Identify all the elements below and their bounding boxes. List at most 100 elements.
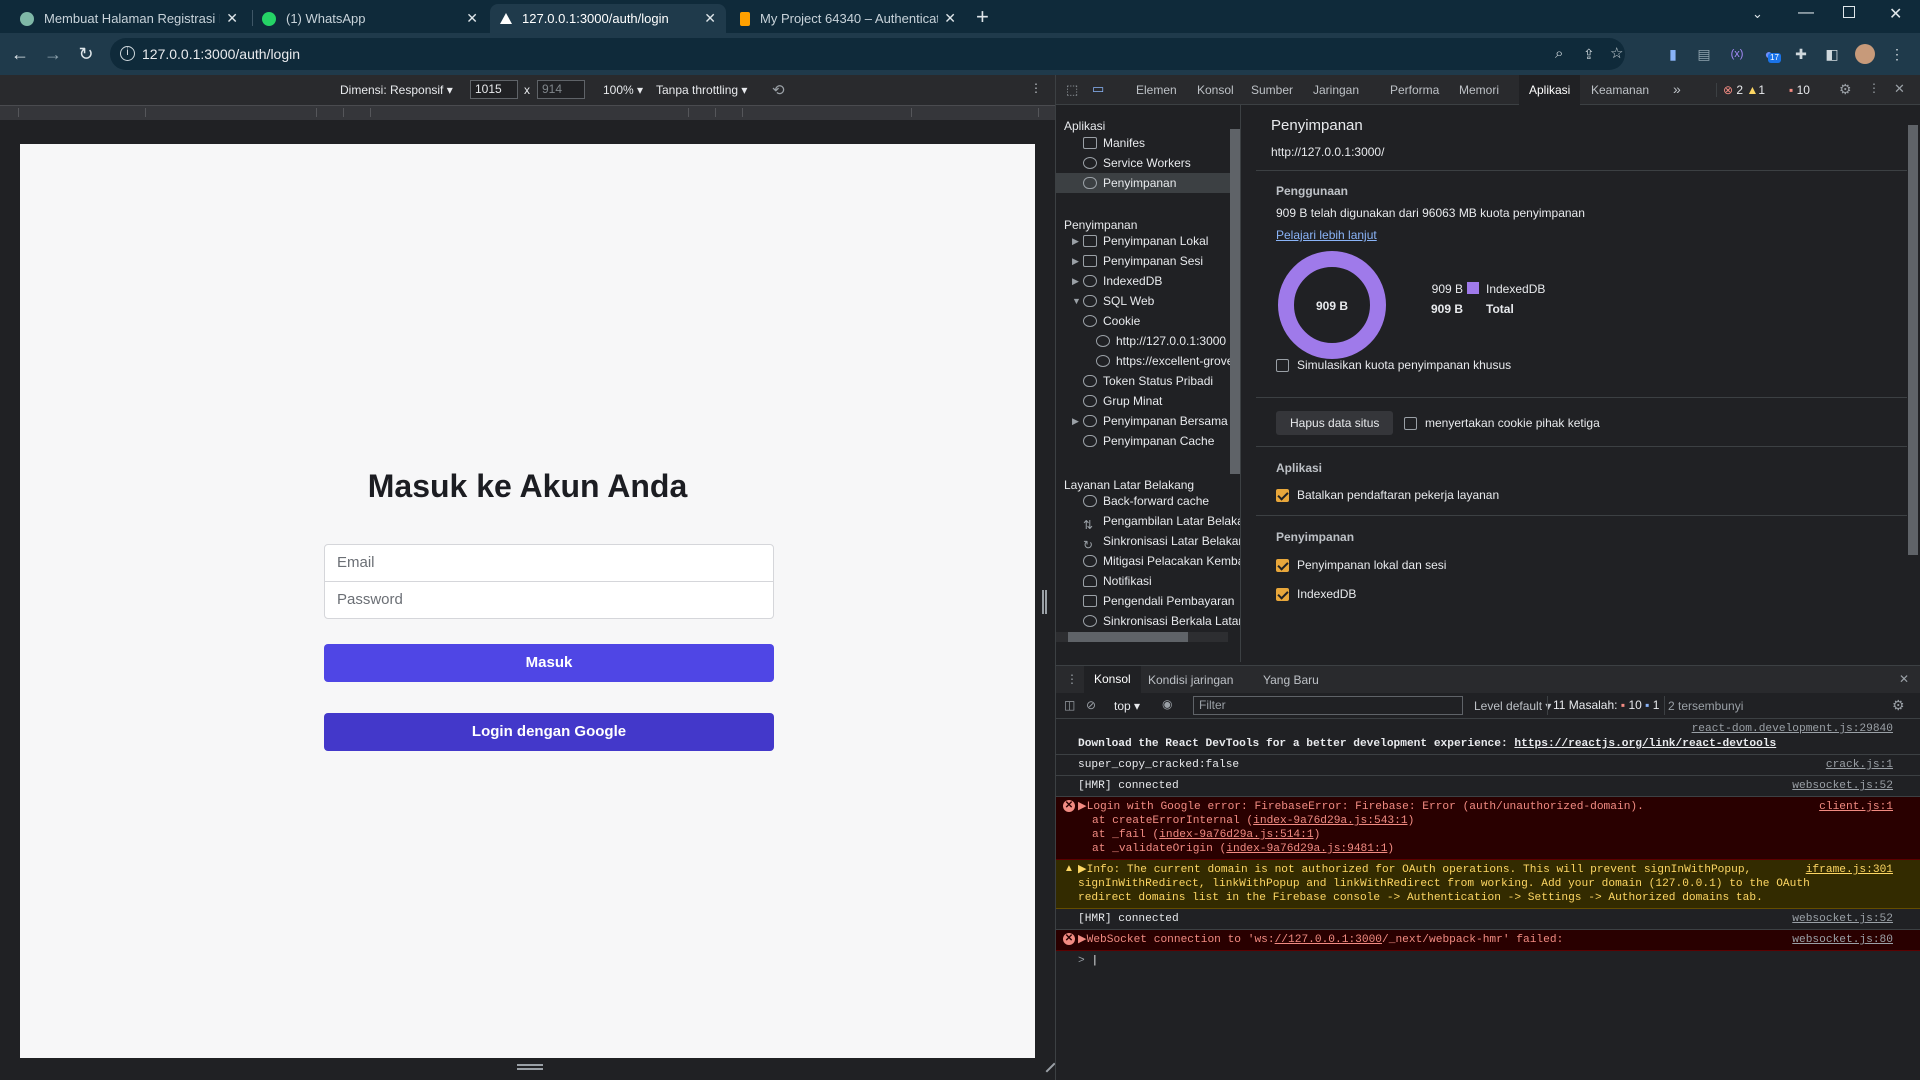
expand-arrow-icon[interactable]: ▶ (1072, 236, 1079, 247)
extension-docs-icon[interactable]: ▮ (1664, 45, 1682, 63)
local-session-checkbox[interactable]: Penyimpanan lokal dan sesi (1276, 558, 1446, 573)
close-tab-icon[interactable]: ✕ (944, 10, 956, 27)
error-counter[interactable]: ⊗ 2 ▲1 (1716, 83, 1765, 97)
throttle-select[interactable]: Tanpa throttling ▾ (656, 83, 747, 97)
login-button[interactable]: Masuk (324, 644, 774, 682)
site-info-icon[interactable]: i (120, 46, 135, 61)
sidebar-item-shared-storage[interactable]: Penyimpanan Bersama (1083, 411, 1228, 431)
device-toggle-icon[interactable]: ▭ (1092, 81, 1104, 97)
back-button[interactable]: ← (8, 42, 32, 66)
sidebar-item-notifications[interactable]: Notifikasi (1083, 571, 1152, 591)
message-source-link[interactable]: react-dom.development.js:29840 (1692, 722, 1893, 736)
sidebar-item-interest-groups[interactable]: Grup Minat (1083, 391, 1162, 411)
width-input[interactable]: 1015 (470, 80, 518, 99)
sidebar-item-cache-storage[interactable]: Penyimpanan Cache (1083, 431, 1214, 451)
message-source-link[interactable]: websocket.js:80 (1792, 933, 1893, 947)
log-level-select[interactable]: Level default ▾ (1474, 699, 1551, 713)
bookmark-star-icon[interactable]: ☆ (1610, 38, 1623, 70)
email-field[interactable]: Email (324, 544, 774, 582)
address-bar[interactable]: i 127.0.0.1:3000/auth/login ⌕ ⇪ ☆ (110, 38, 1625, 70)
drawer-tab-network-conditions[interactable]: Kondisi jaringan (1148, 673, 1233, 687)
close-drawer-icon[interactable]: ✕ (1899, 672, 1909, 686)
clear-console-icon[interactable]: ⊘ (1086, 698, 1096, 712)
message-text[interactable]: ▶WebSocket connection to 'ws: (1078, 934, 1275, 946)
indexeddb-checkbox[interactable]: IndexedDB (1276, 587, 1356, 602)
tab-application[interactable]: Aplikasi (1519, 75, 1581, 105)
close-tab-icon[interactable]: ✕ (704, 10, 716, 27)
context-select[interactable]: top ▾ (1114, 699, 1140, 713)
close-tab-icon[interactable]: ✕ (466, 10, 478, 27)
tab-elements[interactable]: Elemen (1136, 83, 1177, 97)
restore-button[interactable] (1843, 6, 1855, 18)
sidebar-item-session-storage[interactable]: Penyimpanan Sesi (1083, 251, 1203, 271)
drawer-menu-icon[interactable]: ⋮ (1066, 672, 1078, 686)
expand-arrow-icon[interactable]: ▶ (1072, 256, 1079, 267)
unregister-sw-checkbox[interactable]: Batalkan pendaftaran pekerja layanan (1276, 488, 1499, 503)
expand-arrow-icon[interactable]: ▶ (1072, 416, 1079, 427)
close-devtools-icon[interactable]: ✕ (1894, 81, 1905, 97)
message-source-link[interactable]: client.js:1 (1819, 800, 1893, 814)
tab-network[interactable]: Jaringan (1313, 83, 1359, 97)
resize-corner-handle[interactable] (1038, 1055, 1056, 1073)
message-text[interactable]: ▶Login with Google error: FirebaseError:… (1078, 800, 1897, 814)
side-panel-icon[interactable]: ◧ (1823, 45, 1841, 63)
console-sidebar-icon[interactable]: ◫ (1064, 698, 1075, 712)
sidebar-item-indexeddb[interactable]: IndexedDB (1083, 271, 1162, 291)
stack-frame-link[interactable]: index-9a76d29a.js:9481:1 (1226, 843, 1387, 855)
inspect-element-icon[interactable]: ⬚ (1066, 82, 1078, 98)
message-source-link[interactable]: crack.js:1 (1826, 758, 1893, 772)
share-icon[interactable]: ⇪ (1583, 38, 1595, 70)
issues-button[interactable]: 11 Masalah: ▪ 10 ▪ 1 (1547, 696, 1666, 715)
browser-tab-1[interactable]: Membuat Halaman Registrasi Fir ✕ (10, 4, 248, 33)
extension-code-icon[interactable]: (x) (1728, 45, 1746, 63)
issues-counter[interactable]: ▪ 10 (1789, 83, 1810, 97)
more-tabs-icon[interactable]: » (1673, 81, 1681, 97)
sidebar-item-cookie-firebase[interactable]: https://excellent-grove (1096, 351, 1233, 371)
minimize-button[interactable]: — (1798, 4, 1814, 22)
live-expression-eye-icon[interactable]: ◉ (1162, 697, 1172, 711)
extension-copy-icon[interactable]: ▤ (1695, 45, 1713, 63)
sidebar-item-cookie-localhost[interactable]: http://127.0.0.1:3000 (1096, 331, 1226, 351)
browser-menu-icon[interactable]: ⋮ (1888, 45, 1906, 63)
google-login-button[interactable]: Login dengan Google (324, 713, 774, 751)
tab-security[interactable]: Keamanan (1591, 83, 1649, 97)
forward-button[interactable]: → (41, 42, 65, 66)
console-filter-input[interactable]: Filter (1193, 696, 1463, 715)
zoom-select[interactable]: 100% ▾ (603, 83, 643, 97)
settings-gear-icon[interactable]: ⚙ (1839, 81, 1852, 98)
stack-frame-link[interactable]: index-9a76d29a.js:514:1 (1159, 829, 1313, 841)
close-window-button[interactable]: ✕ (1889, 4, 1902, 24)
console-settings-gear-icon[interactable]: ⚙ (1892, 697, 1905, 714)
simulate-quota-checkbox[interactable]: Simulasikan kuota penyimpanan khusus (1276, 358, 1511, 373)
clear-site-data-button[interactable]: Hapus data situs (1276, 411, 1394, 435)
message-source-link[interactable]: websocket.js:52 (1792, 779, 1893, 793)
storage-panel-scrollbar[interactable] (1908, 115, 1918, 615)
sidebar-item-cookies[interactable]: Cookie (1083, 311, 1140, 331)
browser-tab-4[interactable]: My Project 64340 – Authenticatio ✕ (730, 4, 966, 33)
sidebar-item-background-fetch[interactable]: ⇅ Pengambilan Latar Belaka (1083, 511, 1240, 532)
extensions-puzzle-icon[interactable]: ✚ (1792, 45, 1810, 63)
collapse-arrow-icon[interactable]: ▼ (1072, 296, 1081, 306)
dimension-select[interactable]: Dimensi: Responsif ▾ (340, 83, 453, 97)
sidebar-horizontal-scrollbar[interactable] (1056, 632, 1228, 642)
tab-memory[interactable]: Memori (1459, 83, 1499, 97)
resize-bottom-handle[interactable] (517, 1064, 543, 1070)
rotate-icon[interactable]: ⟲ (772, 81, 785, 99)
stack-frame-link[interactable]: index-9a76d29a.js:543:1 (1253, 815, 1407, 827)
sidebar-item-local-storage[interactable]: Penyimpanan Lokal (1083, 231, 1208, 251)
media-query-bar[interactable] (0, 105, 1055, 120)
device-toolbar-menu-icon[interactable]: ⋮ (1030, 81, 1042, 95)
sidebar-item-bounce-tracking[interactable]: Mitigasi Pelacakan Kemba (1083, 551, 1240, 571)
learn-more-link[interactable]: Pelajari lebih lanjut (1276, 228, 1377, 242)
password-field[interactable]: Password (324, 581, 774, 619)
sidebar-item-periodic-sync[interactable]: Sinkronisasi Berkala Latar (1083, 611, 1240, 631)
sidebar-item-service-workers[interactable]: Service Workers (1083, 153, 1191, 173)
sidebar-item-storage-selected[interactable]: Penyimpanan (1056, 173, 1240, 193)
message-source-link[interactable]: iframe.js:301 (1806, 863, 1893, 877)
console-prompt[interactable]: > | (1056, 951, 1920, 971)
sidebar-item-web-sql[interactable]: SQL Web (1083, 291, 1154, 311)
third-party-cookies-checkbox[interactable]: menyertakan cookie pihak ketiga (1404, 416, 1600, 431)
browser-tab-2[interactable]: (1) WhatsApp ✕ (252, 4, 488, 33)
tab-sources[interactable]: Sumber (1251, 83, 1293, 97)
new-tab-button[interactable]: + (976, 4, 989, 30)
